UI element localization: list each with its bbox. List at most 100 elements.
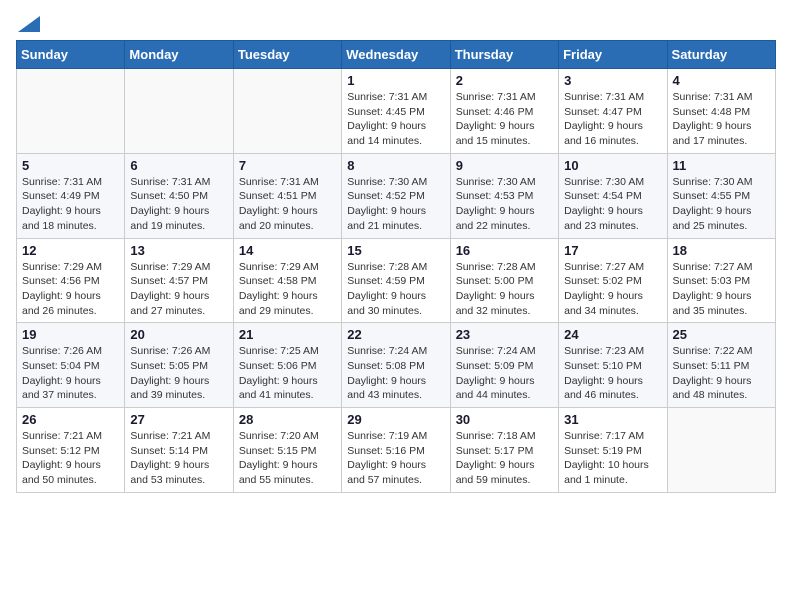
calendar-header-row: SundayMondayTuesdayWednesdayThursdayFrid… xyxy=(17,41,776,69)
calendar-cell: 31 Sunrise: 7:17 AM Sunset: 5:19 PM Dayli… xyxy=(559,408,667,493)
calendar-week-row: 1 Sunrise: 7:31 AM Sunset: 4:45 PM Daylig… xyxy=(17,69,776,154)
day-number: 20 xyxy=(130,327,227,342)
day-number: 25 xyxy=(673,327,770,342)
day-number: 5 xyxy=(22,158,119,173)
day-info: Sunrise: 7:17 AM Sunset: 5:19 PM Dayligh… xyxy=(564,429,661,488)
day-header-thursday: Thursday xyxy=(450,41,558,69)
day-info: Sunrise: 7:31 AM Sunset: 4:47 PM Dayligh… xyxy=(564,90,661,149)
day-info: Sunrise: 7:28 AM Sunset: 4:59 PM Dayligh… xyxy=(347,260,444,319)
calendar-cell: 4 Sunrise: 7:31 AM Sunset: 4:48 PM Daylig… xyxy=(667,69,775,154)
calendar-table: SundayMondayTuesdayWednesdayThursdayFrid… xyxy=(16,40,776,493)
day-info: Sunrise: 7:23 AM Sunset: 5:10 PM Dayligh… xyxy=(564,344,661,403)
day-header-saturday: Saturday xyxy=(667,41,775,69)
day-info: Sunrise: 7:24 AM Sunset: 5:08 PM Dayligh… xyxy=(347,344,444,403)
calendar-week-row: 26 Sunrise: 7:21 AM Sunset: 5:12 PM Dayli… xyxy=(17,408,776,493)
calendar-cell: 2Sunrise: 7:31 AM Sunset: 4:46 PM Daylig… xyxy=(450,69,558,154)
day-number: 30 xyxy=(456,412,553,427)
day-info: Sunrise: 7:31 AM Sunset: 4:48 PM Dayligh… xyxy=(673,90,770,149)
day-number: 17 xyxy=(564,243,661,258)
day-number: 31 xyxy=(564,412,661,427)
day-number: 27 xyxy=(130,412,227,427)
day-info: Sunrise: 7:25 AM Sunset: 5:06 PM Dayligh… xyxy=(239,344,336,403)
day-info: Sunrise: 7:26 AM Sunset: 5:05 PM Dayligh… xyxy=(130,344,227,403)
calendar-week-row: 19 Sunrise: 7:26 AM Sunset: 5:04 PM Dayli… xyxy=(17,323,776,408)
calendar-cell: 26 Sunrise: 7:21 AM Sunset: 5:12 PM Dayli… xyxy=(17,408,125,493)
day-number: 15 xyxy=(347,243,444,258)
day-info: Sunrise: 7:30 AM Sunset: 4:54 PM Dayligh… xyxy=(564,175,661,234)
day-number: 18 xyxy=(673,243,770,258)
calendar-cell: 3 Sunrise: 7:31 AM Sunset: 4:47 PM Daylig… xyxy=(559,69,667,154)
calendar-cell: 9 Sunrise: 7:30 AM Sunset: 4:53 PM Daylig… xyxy=(450,153,558,238)
calendar-cell: 11 Sunrise: 7:30 AM Sunset: 4:55 PM Dayli… xyxy=(667,153,775,238)
calendar-cell: 18Sunrise: 7:27 AM Sunset: 5:03 PM Dayli… xyxy=(667,238,775,323)
day-info: Sunrise: 7:22 AM Sunset: 5:11 PM Dayligh… xyxy=(673,344,770,403)
calendar-cell: 1 Sunrise: 7:31 AM Sunset: 4:45 PM Daylig… xyxy=(342,69,450,154)
day-number: 1 xyxy=(347,73,444,88)
calendar-cell: 21 Sunrise: 7:25 AM Sunset: 5:06 PM Dayli… xyxy=(233,323,341,408)
day-info: Sunrise: 7:28 AM Sunset: 5:00 PM Dayligh… xyxy=(456,260,553,319)
day-info: Sunrise: 7:29 AM Sunset: 4:58 PM Dayligh… xyxy=(239,260,336,319)
day-number: 9 xyxy=(456,158,553,173)
calendar-cell: 17 Sunrise: 7:27 AM Sunset: 5:02 PM Dayli… xyxy=(559,238,667,323)
calendar-cell: 24Sunrise: 7:23 AM Sunset: 5:10 PM Dayli… xyxy=(559,323,667,408)
calendar-week-row: 12Sunrise: 7:29 AM Sunset: 4:56 PM Dayli… xyxy=(17,238,776,323)
calendar-cell: 20 Sunrise: 7:26 AM Sunset: 5:05 PM Dayli… xyxy=(125,323,233,408)
calendar-cell: 22Sunrise: 7:24 AM Sunset: 5:08 PM Dayli… xyxy=(342,323,450,408)
day-info: Sunrise: 7:29 AM Sunset: 4:57 PM Dayligh… xyxy=(130,260,227,319)
day-header-sunday: Sunday xyxy=(17,41,125,69)
calendar-week-row: 5 Sunrise: 7:31 AM Sunset: 4:49 PM Daylig… xyxy=(17,153,776,238)
logo xyxy=(16,16,40,28)
day-number: 4 xyxy=(673,73,770,88)
day-info: Sunrise: 7:18 AM Sunset: 5:17 PM Dayligh… xyxy=(456,429,553,488)
calendar-cell: 23Sunrise: 7:24 AM Sunset: 5:09 PM Dayli… xyxy=(450,323,558,408)
day-number: 7 xyxy=(239,158,336,173)
calendar-cell: 8 Sunrise: 7:30 AM Sunset: 4:52 PM Daylig… xyxy=(342,153,450,238)
calendar-cell: 19 Sunrise: 7:26 AM Sunset: 5:04 PM Dayli… xyxy=(17,323,125,408)
page-header xyxy=(16,16,776,28)
day-number: 11 xyxy=(673,158,770,173)
day-info: Sunrise: 7:31 AM Sunset: 4:45 PM Dayligh… xyxy=(347,90,444,149)
calendar-cell: 27 Sunrise: 7:21 AM Sunset: 5:14 PM Dayli… xyxy=(125,408,233,493)
day-number: 8 xyxy=(347,158,444,173)
day-info: Sunrise: 7:21 AM Sunset: 5:14 PM Dayligh… xyxy=(130,429,227,488)
day-info: Sunrise: 7:30 AM Sunset: 4:55 PM Dayligh… xyxy=(673,175,770,234)
day-number: 6 xyxy=(130,158,227,173)
calendar-cell: 29 Sunrise: 7:19 AM Sunset: 5:16 PM Dayli… xyxy=(342,408,450,493)
day-number: 26 xyxy=(22,412,119,427)
calendar-cell xyxy=(17,69,125,154)
calendar-cell xyxy=(125,69,233,154)
calendar-cell: 14Sunrise: 7:29 AM Sunset: 4:58 PM Dayli… xyxy=(233,238,341,323)
calendar-cell xyxy=(233,69,341,154)
day-number: 29 xyxy=(347,412,444,427)
calendar-cell: 13 Sunrise: 7:29 AM Sunset: 4:57 PM Dayli… xyxy=(125,238,233,323)
day-info: Sunrise: 7:31 AM Sunset: 4:50 PM Dayligh… xyxy=(130,175,227,234)
day-number: 19 xyxy=(22,327,119,342)
day-info: Sunrise: 7:26 AM Sunset: 5:04 PM Dayligh… xyxy=(22,344,119,403)
day-info: Sunrise: 7:27 AM Sunset: 5:02 PM Dayligh… xyxy=(564,260,661,319)
day-info: Sunrise: 7:19 AM Sunset: 5:16 PM Dayligh… xyxy=(347,429,444,488)
day-number: 28 xyxy=(239,412,336,427)
logo-icon xyxy=(18,16,40,32)
calendar-cell: 25 Sunrise: 7:22 AM Sunset: 5:11 PM Dayli… xyxy=(667,323,775,408)
day-info: Sunrise: 7:31 AM Sunset: 4:51 PM Dayligh… xyxy=(239,175,336,234)
day-info: Sunrise: 7:31 AM Sunset: 4:49 PM Dayligh… xyxy=(22,175,119,234)
day-info: Sunrise: 7:24 AM Sunset: 5:09 PM Dayligh… xyxy=(456,344,553,403)
calendar-cell: 5 Sunrise: 7:31 AM Sunset: 4:49 PM Daylig… xyxy=(17,153,125,238)
day-header-tuesday: Tuesday xyxy=(233,41,341,69)
day-number: 3 xyxy=(564,73,661,88)
day-number: 2 xyxy=(456,73,553,88)
calendar-cell: 16Sunrise: 7:28 AM Sunset: 5:00 PM Dayli… xyxy=(450,238,558,323)
day-number: 21 xyxy=(239,327,336,342)
calendar-cell: 28Sunrise: 7:20 AM Sunset: 5:15 PM Dayli… xyxy=(233,408,341,493)
day-number: 10 xyxy=(564,158,661,173)
day-info: Sunrise: 7:21 AM Sunset: 5:12 PM Dayligh… xyxy=(22,429,119,488)
day-info: Sunrise: 7:30 AM Sunset: 4:53 PM Dayligh… xyxy=(456,175,553,234)
day-info: Sunrise: 7:29 AM Sunset: 4:56 PM Dayligh… xyxy=(22,260,119,319)
day-info: Sunrise: 7:30 AM Sunset: 4:52 PM Dayligh… xyxy=(347,175,444,234)
day-number: 13 xyxy=(130,243,227,258)
calendar-cell: 10 Sunrise: 7:30 AM Sunset: 4:54 PM Dayli… xyxy=(559,153,667,238)
day-header-wednesday: Wednesday xyxy=(342,41,450,69)
calendar-cell: 7 Sunrise: 7:31 AM Sunset: 4:51 PM Daylig… xyxy=(233,153,341,238)
day-header-monday: Monday xyxy=(125,41,233,69)
day-header-friday: Friday xyxy=(559,41,667,69)
